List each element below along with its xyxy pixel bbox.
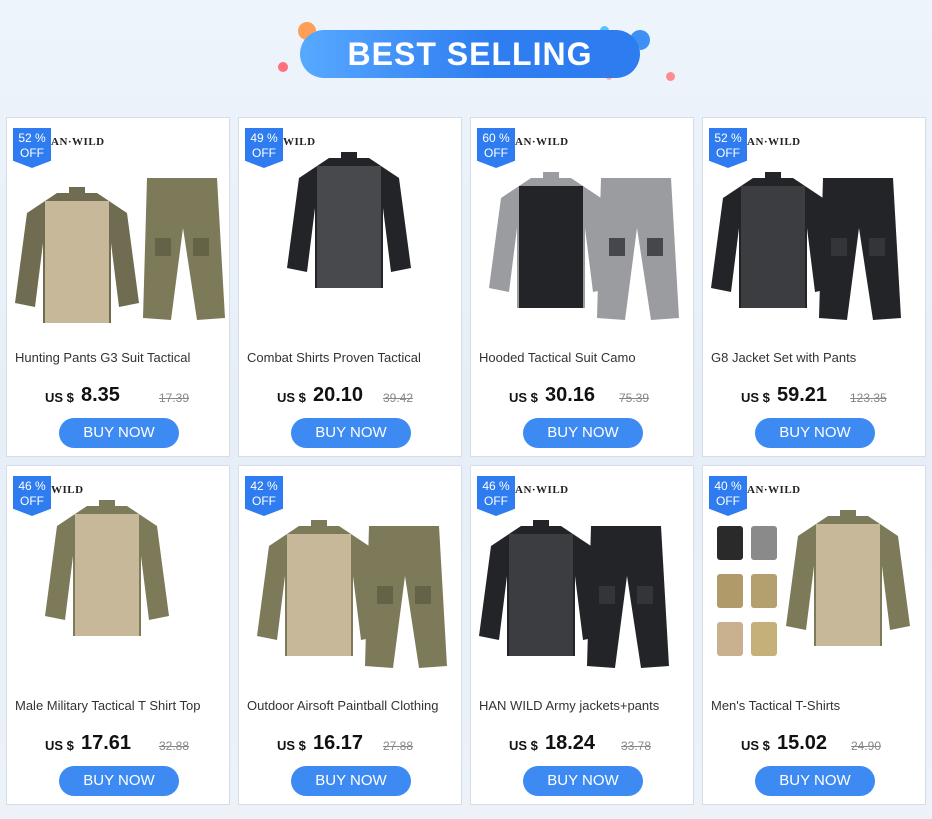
price-row: US $ 30.16 75.39	[471, 384, 693, 412]
price-row: US $ 59.21 123.35	[703, 384, 925, 412]
currency-label: US $	[277, 390, 306, 405]
discount-percent: 46 %	[482, 479, 510, 493]
buy-now-button[interactable]: BUY NOW	[291, 418, 411, 448]
discount-percent: 42 %	[250, 479, 278, 493]
product-title[interactable]: Male Military Tactical T Shirt Top	[15, 698, 227, 713]
price-row: US $ 18.24 33.78	[471, 732, 693, 760]
sale-price: 15.02	[777, 732, 828, 754]
discount-badge: 46 % OFF	[13, 476, 51, 516]
original-price: 123.35	[850, 391, 887, 405]
discount-badge: 49 % OFF	[245, 128, 283, 168]
original-price: 32.88	[159, 739, 190, 753]
discount-badge: 52 % OFF	[13, 128, 51, 168]
original-price: 39.42	[383, 391, 414, 405]
product-card[interactable]: AN·WILD 52 % OFF Hunting Pants G3 Suit T…	[6, 117, 230, 457]
sale-price: 18.24	[545, 732, 596, 754]
original-price: 33.78	[621, 739, 652, 753]
brand-logo: AN·WILD	[515, 484, 569, 496]
price-row: US $ 17.61 32.88	[7, 732, 229, 760]
product-grid: AN·WILD 52 % OFF Hunting Pants G3 Suit T…	[6, 117, 926, 807]
buy-now-button[interactable]: BUY NOW	[59, 418, 179, 448]
price-row: US $ 15.02 24.90	[703, 732, 925, 760]
discount-off-label: OFF	[20, 146, 44, 160]
brand-logo: AN·WILD	[747, 484, 801, 496]
price-row: US $ 20.10 39.42	[239, 384, 461, 412]
product-title[interactable]: Outdoor Airsoft Paintball Clothing	[247, 698, 459, 713]
discount-badge: 40 % OFF	[709, 476, 747, 516]
buy-now-button[interactable]: BUY NOW	[291, 766, 411, 796]
sale-price: 16.17	[313, 732, 364, 754]
discount-badge: 52 % OFF	[709, 128, 747, 168]
original-price: 27.88	[383, 739, 414, 753]
sale-price: 30.16	[545, 384, 596, 406]
price-row: US $ 8.35 17.39	[7, 384, 229, 412]
original-price: 24.90	[851, 739, 882, 753]
product-card[interactable]: AN·WILD 60 % OFF Hooded Tactical Suit Ca…	[470, 117, 694, 457]
discount-percent: 46 %	[18, 479, 46, 493]
buy-now-button[interactable]: BUY NOW	[755, 766, 875, 796]
brand-logo: AN·WILD	[515, 136, 569, 148]
discount-off-label: OFF	[484, 146, 508, 160]
original-price: 17.39	[159, 391, 190, 405]
buy-now-button[interactable]: BUY NOW	[523, 766, 643, 796]
sale-price: 8.35	[81, 384, 120, 406]
discount-off-label: OFF	[716, 494, 740, 508]
discount-percent: 49 %	[250, 131, 278, 145]
sale-price: 59.21	[777, 384, 828, 406]
product-card[interactable]: WILD 49 % OFF Combat Shirts Proven Tacti…	[238, 117, 462, 457]
product-card[interactable]: AN·WILD 46 % OFF HAN WILD Army jackets+p…	[470, 465, 694, 805]
original-price: 75.39	[619, 391, 650, 405]
discount-off-label: OFF	[716, 146, 740, 160]
brand-logo: AN·WILD	[747, 136, 801, 148]
currency-label: US $	[509, 738, 538, 753]
brand-logo: WILD	[283, 136, 316, 148]
product-title[interactable]: HAN WILD Army jackets+pants	[479, 698, 691, 713]
discount-off-label: OFF	[484, 494, 508, 508]
price-row: US $ 16.17 27.88	[239, 732, 461, 760]
product-title[interactable]: Combat Shirts Proven Tactical	[247, 350, 459, 365]
product-card[interactable]: WILD 46 % OFF Male Military Tactical T S…	[6, 465, 230, 805]
discount-percent: 52 %	[714, 131, 742, 145]
discount-off-label: OFF	[252, 146, 276, 160]
sale-price: 20.10	[313, 384, 364, 406]
currency-label: US $	[45, 390, 74, 405]
banner-title: BEST SELLING	[347, 36, 593, 72]
currency-label: US $	[741, 390, 770, 405]
discount-percent: 52 %	[18, 131, 46, 145]
product-card[interactable]: AN·WILD 40 % OFF Men's Tactical T-Shirts…	[702, 465, 926, 805]
product-title[interactable]: G8 Jacket Set with Pants	[711, 350, 923, 365]
best-selling-banner: BEST SELLING	[270, 18, 675, 88]
decor-dot-pink	[278, 62, 288, 72]
discount-percent: 40 %	[714, 479, 742, 493]
currency-label: US $	[277, 738, 306, 753]
buy-now-button[interactable]: BUY NOW	[755, 418, 875, 448]
product-card[interactable]: 42 % OFF Outdoor Airsoft Paintball Cloth…	[238, 465, 462, 805]
buy-now-button[interactable]: BUY NOW	[59, 766, 179, 796]
discount-badge: 42 % OFF	[245, 476, 283, 516]
currency-label: US $	[45, 738, 74, 753]
discount-percent: 60 %	[482, 131, 510, 145]
decor-dot-pink-right	[666, 72, 675, 81]
product-title[interactable]: Men's Tactical T-Shirts	[711, 698, 923, 713]
brand-logo: AN·WILD	[51, 136, 105, 148]
product-card[interactable]: AN·WILD 52 % OFF G8 Jacket Set with Pant…	[702, 117, 926, 457]
currency-label: US $	[741, 738, 770, 753]
discount-off-label: OFF	[252, 494, 276, 508]
discount-off-label: OFF	[20, 494, 44, 508]
sale-price: 17.61	[81, 732, 132, 754]
discount-badge: 60 % OFF	[477, 128, 515, 168]
product-title[interactable]: Hooded Tactical Suit Camo	[479, 350, 691, 365]
buy-now-button[interactable]: BUY NOW	[523, 418, 643, 448]
discount-badge: 46 % OFF	[477, 476, 515, 516]
product-title[interactable]: Hunting Pants G3 Suit Tactical	[15, 350, 227, 365]
brand-logo: WILD	[51, 484, 84, 496]
currency-label: US $	[509, 390, 538, 405]
